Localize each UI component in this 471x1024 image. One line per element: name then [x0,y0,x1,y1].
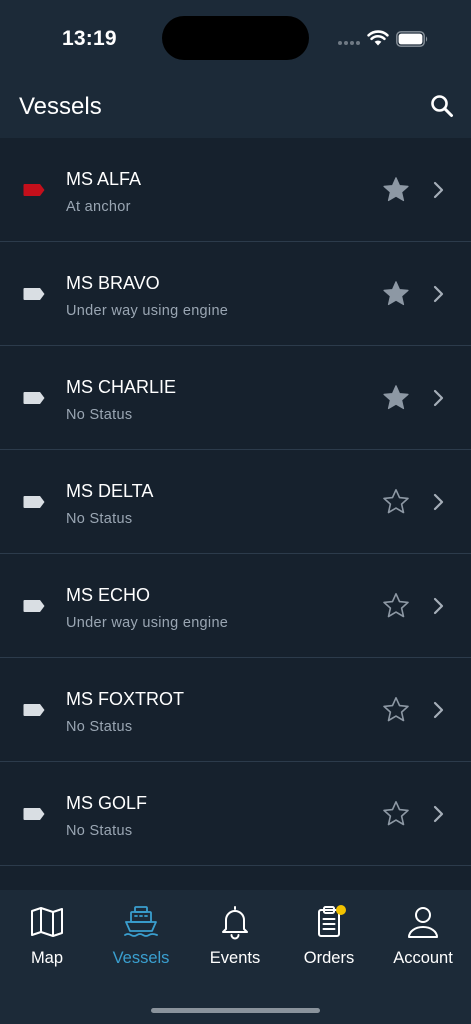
bell-icon [222,906,248,940]
vessel-icon [23,184,45,196]
page-title: Vessels [19,93,102,120]
vessel-status: Under way using engine [66,615,229,631]
tab-vessels[interactable]: Vessels [94,904,188,974]
home-indicator [151,1008,320,1013]
tab-bar: Map Vessels Events Orders Account [0,890,471,1024]
favorite-star-icon[interactable] [382,280,410,307]
favorite-star-icon[interactable] [382,176,410,203]
vessel-name: MS BRAVO [66,273,160,293]
vessel-status: No Status [66,719,133,735]
vessel-name: MS ALFA [66,169,142,189]
vessel-row[interactable]: MS ECHO Under way using engine [0,554,471,658]
vessel-icon [23,392,45,404]
chevron-right-icon [433,701,444,719]
vessel-row[interactable]: MS FOXTROT No Status [0,658,471,762]
vessel-row[interactable]: MS DELTA No Status [0,450,471,554]
vessel-row[interactable]: MS CHARLIE No Status [0,346,471,450]
vessel-name: MS DELTA [66,481,154,501]
chevron-right-icon [433,285,444,303]
ship-icon [124,906,158,937]
search-icon[interactable] [428,92,456,120]
favorite-star-icon[interactable] [382,384,410,411]
vessel-status: No Status [66,511,133,527]
chevron-right-icon [433,493,444,511]
favorite-star-icon[interactable] [382,696,410,723]
vessel-status: No Status [66,823,133,839]
cellular-signal-icon [338,41,362,46]
vessel-icon [23,496,45,508]
tab-label: Orders [303,949,355,967]
vessel-status: At anchor [66,199,131,215]
tab-label: Account [393,949,453,967]
tab-label: Events [209,949,261,967]
person-icon [408,907,438,938]
wifi-icon [367,30,389,46]
chevron-right-icon [433,805,444,823]
vessel-name: MS ECHO [66,585,151,605]
favorite-star-icon[interactable] [382,488,410,515]
chevron-right-icon [433,389,444,407]
status-time: 13:19 [62,27,117,50]
vessel-name: MS GOLF [66,793,148,813]
dynamic-island [162,16,309,60]
navigation-bar: Vessels [0,80,471,138]
vessel-icon [23,600,45,612]
battery-icon [396,31,428,47]
vessel-row[interactable]: MS GOLF No Status [0,762,471,866]
vessel-row[interactable]: MS BRAVO Under way using engine [0,242,471,346]
tab-orders[interactable]: Orders [282,904,376,974]
vessel-icon [23,288,45,300]
vessel-icon [23,808,45,820]
favorite-star-icon[interactable] [382,592,410,619]
notification-badge [336,905,346,915]
vessel-icon [23,704,45,716]
tab-label: Map [30,949,64,967]
vessel-status: No Status [66,407,133,423]
chevron-right-icon [433,597,444,615]
favorite-star-icon[interactable] [382,800,410,827]
tab-map[interactable]: Map [0,904,94,974]
map-icon [31,907,63,937]
vessel-name: MS CHARLIE [66,377,177,397]
tab-account[interactable]: Account [376,904,470,974]
vessel-status: Under way using engine [66,303,229,319]
vessel-name: MS FOXTROT [66,689,184,709]
vessel-row[interactable]: MS ALFA At anchor [0,138,471,242]
status-bar: 13:19 [0,0,471,80]
tab-events[interactable]: Events [188,904,282,974]
vessel-list: MS ALFA At anchor MS BRAVO Under way usi… [0,138,471,866]
chevron-right-icon [433,181,444,199]
tab-label: Vessels [112,949,170,967]
